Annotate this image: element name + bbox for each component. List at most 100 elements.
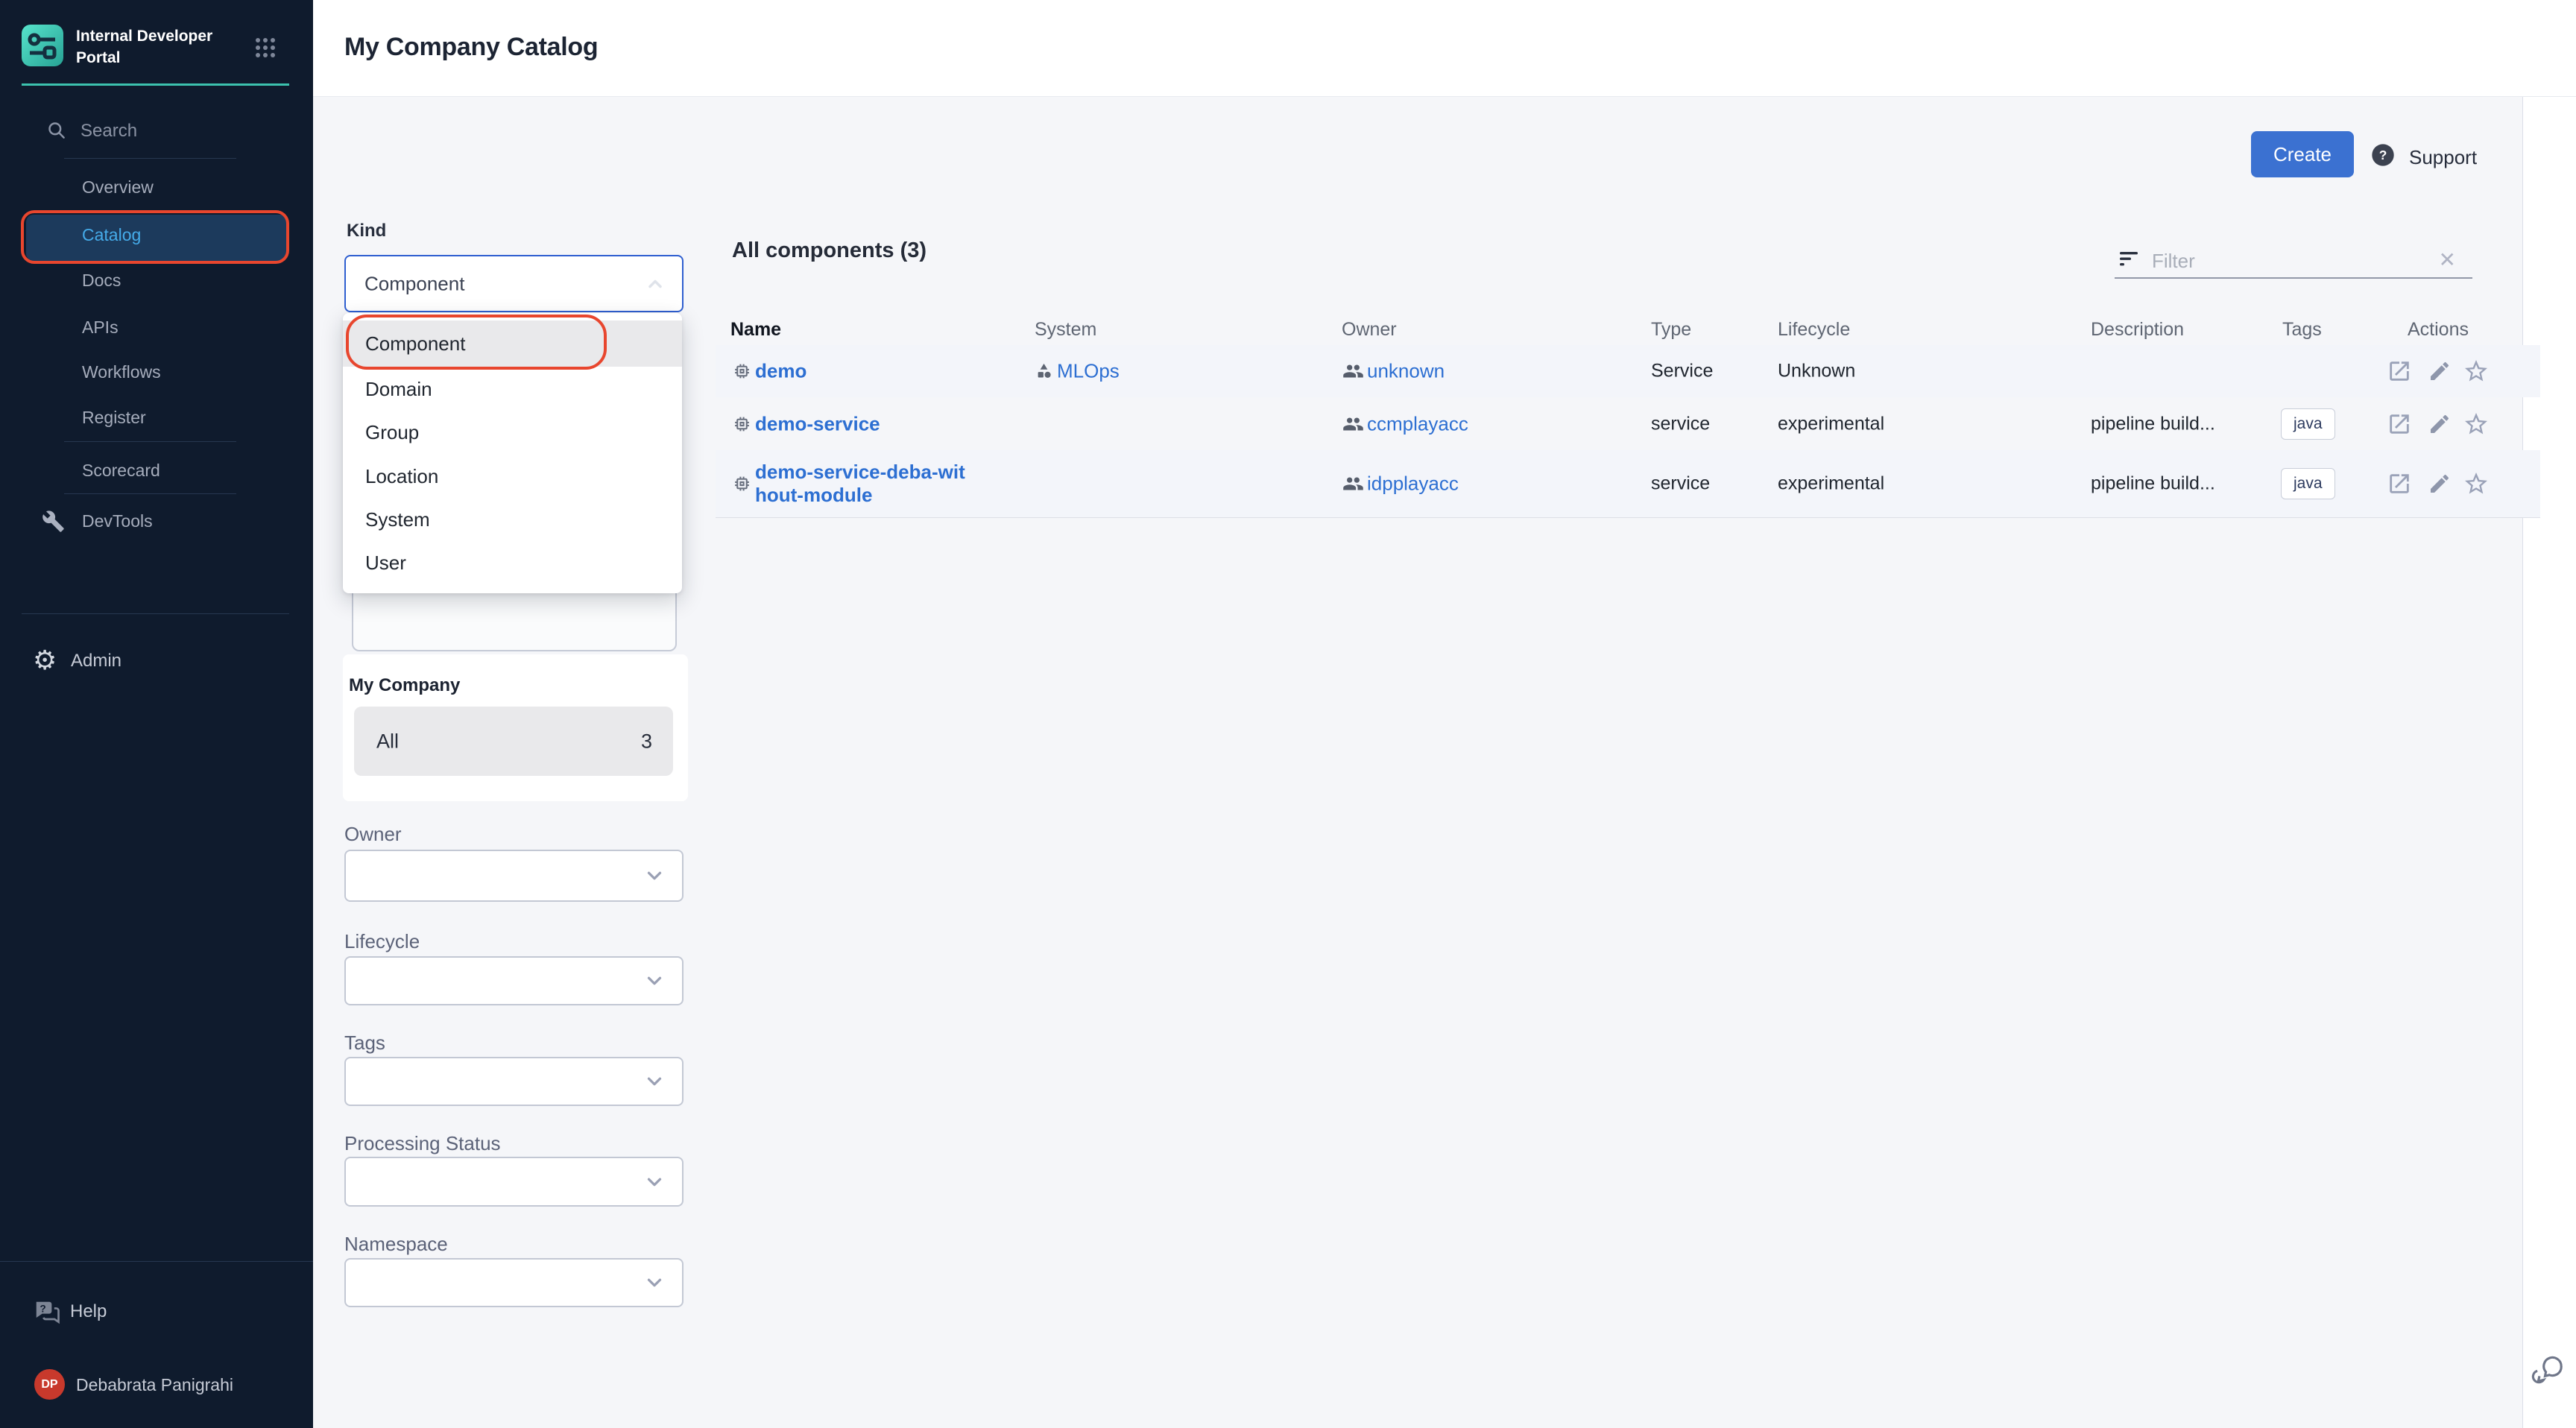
kind-option-system[interactable]: System	[343, 498, 682, 541]
component-chip-icon	[733, 362, 751, 381]
my-company-count: 3	[641, 730, 652, 753]
namespace-label: Namespace	[344, 1233, 448, 1256]
sidebar-item-register[interactable]: Register	[0, 405, 313, 430]
type-cell: service	[1651, 413, 1710, 435]
kind-option-domain[interactable]: Domain	[343, 367, 682, 411]
description-cell: pipeline build...	[2091, 473, 2215, 495]
filter-input[interactable]	[2152, 246, 2420, 276]
filter-icon	[2118, 247, 2140, 270]
entity-name-link[interactable]: demo	[755, 360, 806, 383]
clear-filter-icon[interactable]: ✕	[2439, 247, 2456, 272]
kind-option-group[interactable]: Group	[343, 411, 682, 454]
apps-grid-icon[interactable]	[255, 37, 276, 58]
namespace-select[interactable]	[344, 1258, 684, 1307]
kind-select[interactable]: Component	[344, 255, 684, 312]
sidebar-item-help[interactable]: Help	[70, 1301, 107, 1322]
my-company-all-row[interactable]: All 3	[354, 707, 673, 776]
divider	[0, 1261, 313, 1262]
wrench-icon	[42, 510, 65, 533]
divider	[22, 613, 289, 614]
kind-option-user[interactable]: User	[343, 541, 682, 584]
user-name[interactable]: Debabrata Panigrahi	[76, 1375, 233, 1395]
tags-select[interactable]	[344, 1057, 684, 1106]
processing-status-select[interactable]	[344, 1157, 684, 1207]
open-in-new-icon[interactable]	[2387, 358, 2412, 384]
owner-link[interactable]: unknown	[1367, 360, 1445, 383]
brand-logo-icon	[22, 25, 63, 66]
my-company-all-label: All	[376, 730, 399, 753]
column-header-name: Name	[730, 319, 781, 341]
table-row: demo-serviceccmplayaccserviceexperimenta…	[716, 397, 2540, 450]
sidebar-item-overview[interactable]: Overview	[0, 174, 313, 200]
lifecycle-cell: experimental	[1778, 473, 1884, 495]
open-in-new-icon[interactable]	[2387, 471, 2412, 496]
chevron-down-icon	[643, 1070, 666, 1093]
kind-option-component[interactable]: Component	[343, 320, 682, 367]
sidebar-search[interactable]: Search	[80, 121, 137, 142]
owner-label: Owner	[344, 823, 402, 846]
divider	[64, 158, 236, 159]
my-company-label: My Company	[349, 675, 460, 696]
sidebar: Internal Developer Portal Search Overvie…	[0, 0, 313, 1428]
owner-group-icon	[1342, 473, 1364, 495]
type-cell: service	[1651, 473, 1710, 495]
column-header-description: Description	[2091, 319, 2184, 341]
kind-option-label: User	[365, 541, 406, 584]
brand-title: Internal Developer Portal	[76, 25, 236, 69]
avatar[interactable]: DP	[34, 1369, 65, 1400]
entity-name-link[interactable]: demo-service	[755, 412, 880, 435]
chevron-down-icon	[643, 970, 666, 992]
sidebar-item-label: DevTools	[82, 508, 153, 534]
sidebar-item-docs[interactable]: Docs	[0, 268, 313, 293]
type-cell: Service	[1651, 361, 1713, 382]
create-button[interactable]: Create	[2251, 131, 2354, 177]
column-header-type: Type	[1651, 319, 1691, 341]
support-help-icon[interactable]: ?	[2371, 143, 2395, 167]
description-cell: pipeline build...	[2091, 413, 2215, 435]
chevron-down-icon	[643, 1171, 666, 1193]
star-icon[interactable]	[2463, 470, 2490, 497]
sidebar-item-label: Scorecard	[82, 458, 160, 483]
component-chip-icon	[733, 414, 751, 433]
star-icon[interactable]	[2463, 358, 2490, 385]
edit-pencil-icon[interactable]	[2428, 412, 2452, 436]
column-header-lifecycle: Lifecycle	[1778, 319, 1850, 341]
sidebar-item-label: Workflows	[82, 359, 161, 385]
chat-bubbles-icon[interactable]	[2530, 1350, 2567, 1388]
support-label[interactable]: Support	[2409, 146, 2477, 169]
edit-pencil-icon[interactable]	[2428, 359, 2452, 383]
help-icon: ?	[33, 1298, 61, 1327]
lifecycle-select[interactable]	[344, 956, 684, 1005]
column-header-system: System	[1035, 319, 1096, 341]
owner-link[interactable]: idpplayacc	[1367, 473, 1459, 496]
star-icon[interactable]	[2463, 411, 2490, 437]
divider	[64, 493, 236, 494]
svg-text:?: ?	[2379, 148, 2387, 162]
sidebar-item-label: Docs	[82, 268, 121, 293]
sidebar-item-scorecard[interactable]: Scorecard	[0, 458, 313, 483]
table-bottom-divider	[716, 517, 2540, 518]
sidebar-item-apis[interactable]: APIs	[0, 315, 313, 340]
kind-option-label: System	[365, 498, 430, 541]
sidebar-item-catalog[interactable]: Catalog	[0, 222, 313, 247]
owner-link[interactable]: ccmplayacc	[1367, 412, 1468, 435]
system-icon	[1034, 361, 1054, 382]
sidebar-item-workflows[interactable]: Workflows	[0, 359, 313, 385]
sidebar-item-admin[interactable]: Admin	[71, 651, 121, 672]
owner-select[interactable]	[344, 850, 684, 902]
page-title: My Company Catalog	[344, 33, 598, 62]
open-in-new-icon[interactable]	[2387, 411, 2412, 437]
entity-name-link[interactable]: demo-service-deba-without-module	[755, 461, 965, 507]
page-header: My Company Catalog	[313, 0, 2576, 97]
processing-status-label: Processing Status	[344, 1132, 501, 1155]
kind-dropdown-menu: ComponentDomainGroupLocationSystemUser	[343, 313, 682, 593]
tags-label: Tags	[344, 1031, 385, 1055]
kind-option-location[interactable]: Location	[343, 455, 682, 498]
owner-group-icon	[1342, 413, 1364, 435]
table-title: All components (3)	[732, 238, 926, 263]
kind-option-label: Domain	[365, 367, 432, 411]
system-link[interactable]: MLOps	[1057, 360, 1120, 383]
edit-pencil-icon[interactable]	[2428, 472, 2452, 496]
kind-option-label: Component	[365, 320, 465, 367]
sidebar-item-devtools[interactable]: DevTools	[0, 508, 313, 534]
